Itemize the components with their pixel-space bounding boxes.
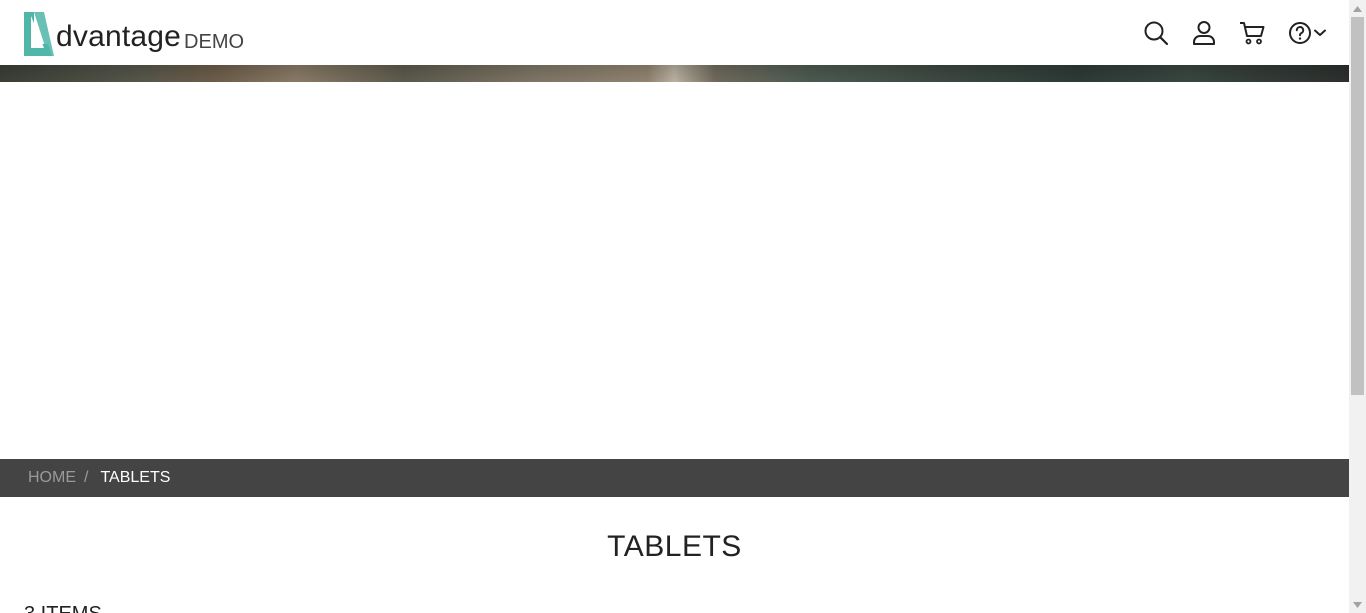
logo-word: dvantage <box>56 20 182 53</box>
user-icon[interactable] <box>1189 18 1219 48</box>
breadcrumb: HOME / TABLETS <box>0 459 1349 497</box>
scroll-down-arrow-icon[interactable] <box>1349 596 1366 613</box>
breadcrumb-current: TABLETS <box>100 469 171 486</box>
cart-icon[interactable] <box>1237 18 1267 48</box>
logo-demo: DEMO <box>184 31 245 53</box>
scroll-up-arrow-icon[interactable] <box>1349 0 1366 17</box>
header-icons <box>1141 18 1327 48</box>
search-icon[interactable] <box>1141 18 1171 48</box>
logo-mark-icon <box>24 12 54 56</box>
items-count: 3 ITEMS <box>24 603 102 613</box>
site-header: dvantage DEMO <box>0 0 1349 65</box>
help-menu[interactable] <box>1285 18 1327 48</box>
scrollbar-thumb[interactable] <box>1351 17 1364 395</box>
logo[interactable]: dvantage DEMO <box>22 8 244 58</box>
page-title: TABLETS <box>607 530 742 563</box>
breadcrumb-home-link[interactable]: HOME <box>28 470 76 486</box>
chevron-down-icon[interactable] <box>1313 26 1327 40</box>
hero-banner-shade <box>0 65 1349 82</box>
breadcrumb-separator: / <box>84 469 89 486</box>
vertical-scrollbar[interactable] <box>1349 0 1366 613</box>
page: dvantage DEMO HOME / TABLETS TABLETS <box>0 0 1349 613</box>
help-icon[interactable] <box>1285 18 1315 48</box>
